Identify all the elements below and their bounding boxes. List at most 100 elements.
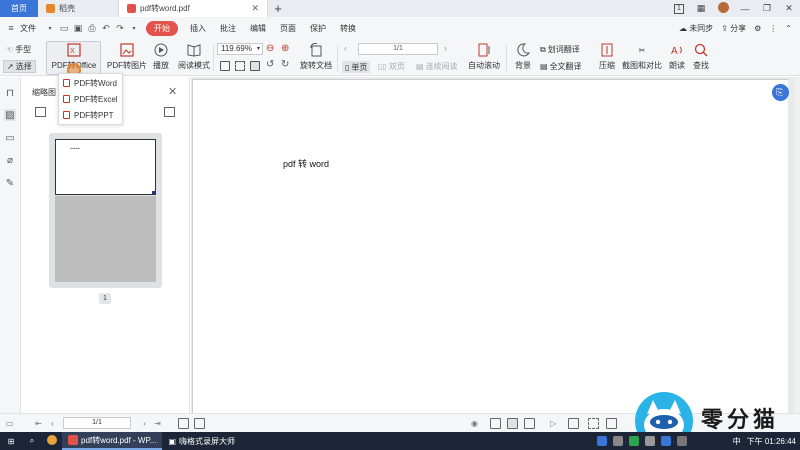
eye-icon[interactable]: ◉ bbox=[470, 419, 479, 428]
page-thumbnail[interactable]: ..... bbox=[49, 133, 162, 288]
badge-count[interactable]: 1 bbox=[674, 3, 684, 14]
page-input[interactable]: 1/1 bbox=[358, 43, 438, 55]
tray-app-icon[interactable] bbox=[596, 436, 607, 446]
menu-item-pdf-to-ppt[interactable]: PDF转PPT bbox=[63, 108, 114, 122]
settings-icon[interactable]: ⚙ bbox=[754, 24, 761, 33]
signature-icon[interactable]: ✎ bbox=[4, 177, 16, 189]
full-translate-button[interactable]: ▤ 全文翻译 bbox=[540, 61, 582, 72]
play-button[interactable]: 播放 bbox=[150, 42, 172, 71]
vertical-scrollbar[interactable] bbox=[794, 77, 800, 413]
search-taskbar-icon[interactable]: ⌕ bbox=[22, 436, 42, 446]
menu-tab-convert[interactable]: 转换 bbox=[333, 23, 363, 34]
actual-size-status-icon[interactable] bbox=[194, 418, 205, 429]
prev-page-icon[interactable]: ‹ bbox=[344, 43, 347, 53]
play-status-icon[interactable]: ▷ bbox=[549, 419, 558, 428]
zoom-in-icon[interactable]: ⊕ bbox=[281, 43, 289, 54]
tray-app-icon[interactable] bbox=[660, 436, 671, 446]
fit-icon[interactable] bbox=[178, 418, 189, 429]
tab-home[interactable]: 首页 bbox=[0, 0, 38, 17]
continuous-read-button[interactable]: ▤ 连续阅读 bbox=[416, 61, 458, 72]
tray-app-icon[interactable] bbox=[612, 436, 623, 446]
wechat-icon[interactable] bbox=[628, 436, 639, 446]
taskbar-app-wps[interactable]: pdf转word.pdf - WP... bbox=[62, 432, 163, 450]
page-view-icon[interactable] bbox=[507, 418, 518, 429]
double-page-button[interactable]: ▯▯ 双页 bbox=[378, 61, 405, 72]
chrome-icon[interactable] bbox=[42, 435, 62, 447]
dropdown-arrow-icon[interactable]: ▾ bbox=[43, 25, 57, 32]
read-mode-button[interactable]: 阅读模式 bbox=[176, 42, 212, 71]
menu-tab-insert[interactable]: 插入 bbox=[183, 23, 213, 34]
tab-pdf-document[interactable]: pdf转word.pdf ✕ bbox=[118, 0, 268, 17]
undo-icon[interactable]: ↶ bbox=[99, 23, 113, 34]
tray-app-icon[interactable] bbox=[644, 436, 655, 446]
zoom-out-icon[interactable]: ⊖ bbox=[266, 43, 274, 54]
hamburger-icon[interactable]: ≡ bbox=[4, 23, 18, 33]
new-tab-button[interactable]: + bbox=[268, 0, 288, 17]
background-button[interactable]: 背景 bbox=[511, 42, 535, 71]
prev-page-status-icon[interactable]: ‹ bbox=[48, 419, 57, 428]
actual-size-icon[interactable] bbox=[220, 61, 230, 71]
pdf-to-image-button[interactable]: PDF转图片 bbox=[106, 42, 148, 71]
last-page-icon[interactable]: ⇥ bbox=[153, 419, 162, 428]
restore-button[interactable]: ❐ bbox=[756, 3, 778, 14]
menu-item-pdf-to-excel[interactable]: PDF转Excel bbox=[63, 92, 118, 106]
find-button[interactable]: 查找 bbox=[690, 42, 712, 71]
menu-tab-page[interactable]: 页面 bbox=[273, 23, 303, 34]
menu-tab-start[interactable]: 开始 bbox=[146, 20, 178, 36]
file-menu[interactable]: 文件 bbox=[18, 23, 43, 34]
fit-width-status-icon[interactable] bbox=[588, 418, 599, 429]
resize-handle[interactable] bbox=[152, 191, 155, 194]
minimize-button[interactable]: — bbox=[734, 4, 756, 14]
clock[interactable]: 下午 01:26:44 bbox=[747, 436, 796, 447]
grid-icon[interactable]: ▦ bbox=[690, 3, 712, 14]
taskbar-app-recorder[interactable]: ▣ 嗨格式录屏大师 bbox=[162, 432, 241, 450]
ime-indicator[interactable]: 中 bbox=[733, 436, 741, 447]
attachment-icon[interactable]: ⌀ bbox=[4, 154, 16, 166]
double-view-icon[interactable] bbox=[524, 418, 535, 429]
open-folder-icon[interactable]: ▭ bbox=[57, 23, 71, 34]
close-tab-icon[interactable]: ✕ bbox=[251, 3, 259, 14]
next-page-status-icon[interactable]: › bbox=[140, 419, 149, 428]
zoom-dropdown-icon[interactable]: ▾ bbox=[257, 44, 260, 54]
avatar[interactable] bbox=[712, 2, 734, 15]
share-button[interactable]: ⇪ 分享 bbox=[721, 23, 746, 34]
select-tool-button[interactable]: ➚ 选择 bbox=[3, 60, 36, 73]
first-page-icon[interactable]: ⇤ bbox=[34, 419, 43, 428]
read-aloud-button[interactable]: A 朗读 bbox=[666, 42, 688, 71]
thumbnail-large-icon[interactable] bbox=[164, 107, 175, 117]
single-page-button[interactable]: ▯ 单页 bbox=[342, 61, 371, 73]
fit-page-icon[interactable] bbox=[235, 61, 245, 71]
save-icon[interactable]: ▣ bbox=[71, 23, 85, 34]
document-page[interactable]: pdf 转 word bbox=[192, 79, 788, 413]
fullscreen-status-icon[interactable] bbox=[606, 418, 617, 429]
next-page-icon[interactable]: › bbox=[444, 43, 447, 53]
status-page-input[interactable]: 1/1 bbox=[63, 417, 131, 429]
windows-start-icon[interactable]: ⊞ bbox=[0, 437, 22, 446]
more-icon[interactable]: ▾ bbox=[127, 25, 141, 32]
collapse-ribbon-icon[interactable]: ⌃ bbox=[785, 24, 792, 33]
single-view-icon[interactable] bbox=[490, 418, 501, 429]
more-options-icon[interactable]: ⋮ bbox=[769, 24, 777, 33]
word-translate-button[interactable]: ⧉ 划词翻译 bbox=[540, 44, 580, 55]
compress-button[interactable]: 压缩 bbox=[596, 42, 618, 71]
menu-item-pdf-to-word[interactable]: PDF转Word bbox=[63, 76, 117, 90]
rotate-right-icon[interactable]: ↻ bbox=[281, 59, 289, 70]
fit-width-icon[interactable] bbox=[250, 61, 260, 71]
rotate-document-button[interactable]: 旋转文档 bbox=[298, 42, 334, 71]
menu-tab-protect[interactable]: 保护 bbox=[303, 23, 333, 34]
bookmark-icon[interactable]: ⊓ bbox=[4, 87, 16, 99]
close-panel-icon[interactable]: ✕ bbox=[168, 85, 177, 98]
sync-status[interactable]: ☁ 未同步 bbox=[679, 23, 713, 34]
sidebar-toggle-icon[interactable]: ▭ bbox=[5, 419, 14, 428]
floating-tool-button[interactable]: ⎘ bbox=[772, 84, 789, 101]
close-window-button[interactable]: ✕ bbox=[778, 3, 800, 14]
auto-scroll-button[interactable]: 自动滚动 bbox=[466, 42, 502, 71]
rotate-left-icon[interactable]: ↺ bbox=[266, 59, 274, 70]
screenshot-compare-button[interactable]: ✂ 截图和对比 bbox=[621, 42, 663, 71]
thumbnail-icon[interactable]: ▨ bbox=[4, 109, 16, 121]
tab-docer[interactable]: 稻壳 bbox=[38, 0, 118, 17]
redo-icon[interactable]: ↷ bbox=[113, 23, 127, 34]
fit-page-status-icon[interactable] bbox=[568, 418, 579, 429]
menu-tab-edit[interactable]: 编辑 bbox=[243, 23, 273, 34]
comment-icon[interactable]: ▭ bbox=[4, 132, 16, 144]
